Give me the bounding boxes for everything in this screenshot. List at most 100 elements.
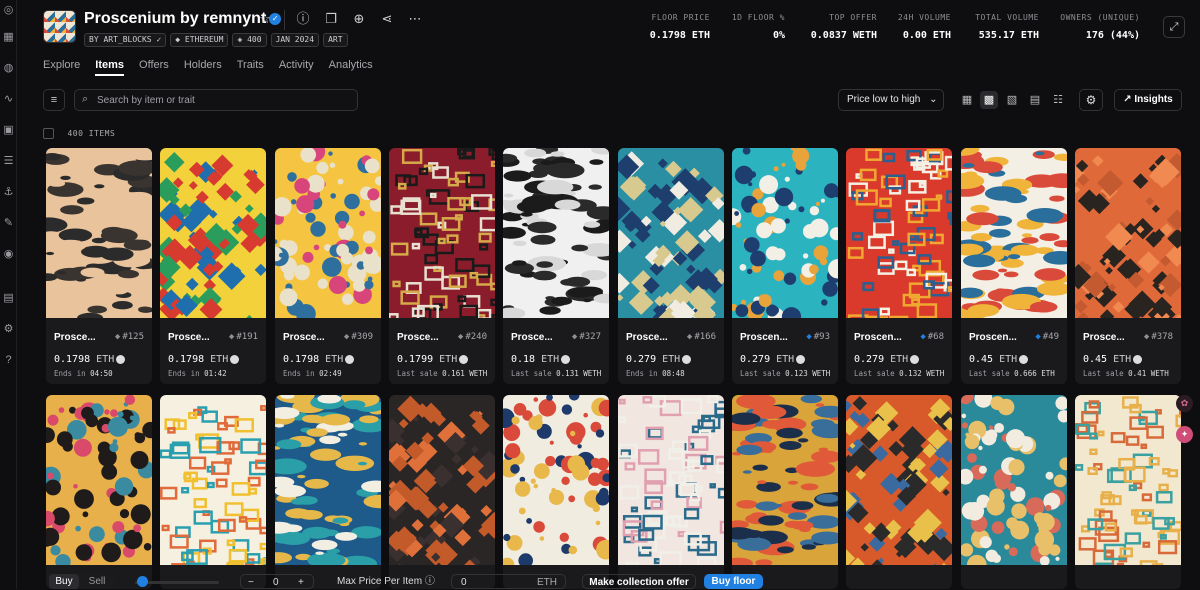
calendar-icon[interactable]: ▣ [2, 124, 15, 137]
nft-artwork[interactable] [46, 395, 152, 565]
nft-card[interactable]: Prosce...◆#1660.279 ETHEnds in 08:48 [618, 148, 724, 384]
floating-sticker-icon[interactable]: ✿ [1176, 395, 1193, 412]
tab-holders[interactable]: Holders [184, 58, 222, 76]
nft-artwork[interactable] [1075, 148, 1181, 318]
help-icon[interactable]: ? [2, 354, 15, 367]
compass-icon[interactable]: ◎ [2, 4, 15, 17]
nft-artwork[interactable] [389, 148, 495, 318]
buy-floor-button[interactable]: Buy floor [704, 574, 763, 589]
nft-card[interactable] [732, 395, 838, 589]
filter-button[interactable]: ≡ [43, 89, 65, 111]
nft-card[interactable] [961, 395, 1067, 589]
sell-toggle[interactable]: Sell [83, 574, 111, 589]
info-icon[interactable]: ⓘ [425, 576, 435, 587]
nft-artwork[interactable] [846, 395, 952, 565]
nft-card[interactable] [46, 395, 152, 589]
website-icon[interactable]: ⊕ [351, 11, 367, 27]
copy-icon[interactable]: ❐ [323, 11, 339, 27]
tab-items[interactable]: Items [95, 58, 124, 76]
nft-card[interactable]: Proscen...◆#930.279 ETHLast sale 0.123 W… [732, 148, 838, 384]
floating-chat-icon[interactable]: ✦ [1176, 426, 1193, 443]
nft-card[interactable] [389, 395, 495, 589]
stat-floor-price: FLOOR PRICE0.1798 ETH [650, 13, 710, 42]
nft-card[interactable] [846, 395, 952, 589]
nft-artwork[interactable] [846, 148, 952, 318]
dashboard-icon[interactable]: ▦ [2, 31, 15, 44]
token-icon[interactable]: ◍ [2, 62, 15, 75]
collection-title: Proscenium by remnynt✓ [84, 10, 281, 28]
decrement-button[interactable]: − [248, 575, 254, 590]
category-badge[interactable]: ART [323, 33, 347, 47]
tab-offers[interactable]: Offers [139, 58, 169, 76]
share-icon[interactable]: ⋖ [379, 11, 395, 27]
slider-handle[interactable] [137, 576, 148, 587]
nft-artwork[interactable] [389, 395, 495, 565]
nft-card[interactable]: Prosce...◆#3780.45 ETHLast sale 0.41 WET… [1075, 148, 1181, 384]
view-list-button[interactable]: ▤ [1026, 91, 1044, 109]
nft-artwork[interactable] [961, 148, 1067, 318]
view-grid-large-button[interactable]: ▦ [958, 91, 976, 109]
portfolio-icon[interactable]: ▤ [2, 292, 15, 305]
settings-icon[interactable]: ⚙ [2, 323, 15, 336]
globe-icon[interactable]: ◉ [2, 248, 15, 261]
sort-dropdown[interactable]: Price low to high ⌄ [838, 89, 944, 111]
nft-artwork[interactable] [732, 148, 838, 318]
tab-explore[interactable]: Explore [43, 58, 80, 76]
buy-toggle[interactable]: Buy [49, 574, 79, 589]
nft-artwork[interactable] [618, 395, 724, 565]
expand-button[interactable]: ⤢ [1163, 16, 1185, 38]
star-icon[interactable]: ☆ [257, 11, 273, 27]
nft-card[interactable] [1075, 395, 1181, 589]
increment-button[interactable]: + [298, 575, 304, 590]
nft-artwork[interactable] [160, 148, 266, 318]
nft-artwork[interactable] [961, 395, 1067, 565]
nft-artwork[interactable] [503, 148, 609, 318]
nft-artwork[interactable] [1075, 395, 1181, 565]
max-price-input[interactable]: 0 ETH [451, 574, 566, 589]
nft-subtext: Last sale 0.666 ETH [969, 369, 1055, 378]
sweep-slider[interactable] [135, 574, 219, 589]
anchor-icon[interactable]: ⚓ [2, 186, 15, 199]
nft-card[interactable]: Proscen...◆#680.279 ETHLast sale 0.132 W… [846, 148, 952, 384]
nft-card[interactable] [275, 395, 381, 589]
nft-artwork[interactable] [160, 395, 266, 565]
view-grid-mosaic-button[interactable]: ▧ [1003, 91, 1021, 109]
nft-card[interactable]: Prosce...◆#1250.1798 ETHEnds in 04:50 [46, 148, 152, 384]
search-input[interactable] [97, 92, 347, 108]
list-icon[interactable]: ☰ [2, 155, 15, 168]
nft-card[interactable]: Prosce...◆#3270.18 ETHLast sale 0.131 WE… [503, 148, 609, 384]
nft-card[interactable] [618, 395, 724, 589]
insights-button[interactable]: ↗ Insights [1114, 89, 1182, 111]
nft-artwork[interactable] [618, 148, 724, 318]
view-grid-medium-button[interactable]: ▩ [980, 91, 998, 109]
pen-icon[interactable]: ✎ [2, 217, 15, 230]
select-all-checkbox[interactable] [43, 128, 54, 139]
make-collection-offer-button[interactable]: Make collection offer [582, 574, 696, 589]
nft-card[interactable]: Prosce...◆#3090.1798 ETHEnds in 02:49 [275, 148, 381, 384]
supply-badge: ◈ 400 [232, 33, 266, 47]
rarity-icon: ◆ [458, 332, 463, 342]
nft-card[interactable]: Prosce...◆#1910.1798 ETHEnds in 01:42 [160, 148, 266, 384]
nft-card[interactable] [503, 395, 609, 589]
nft-artwork[interactable] [46, 148, 152, 318]
nft-card[interactable]: Proscen...◆#490.45 ETHLast sale 0.666 ET… [961, 148, 1067, 384]
tab-traits[interactable]: Traits [237, 58, 264, 76]
nft-name: Prosce... [168, 332, 210, 343]
view-table-button[interactable]: ☷ [1049, 91, 1067, 109]
nft-subtext: Last sale 0.132 WETH [854, 369, 944, 378]
nft-artwork[interactable] [275, 148, 381, 318]
nft-card[interactable] [160, 395, 266, 589]
info-icon[interactable]: ⓘ [295, 11, 311, 27]
search-box[interactable]: ⌕ [74, 89, 358, 111]
more-icon[interactable]: ⋯ [407, 11, 423, 27]
tab-activity[interactable]: Activity [279, 58, 314, 76]
nft-card[interactable]: Prosce...◆#2400.1799 ETHLast sale 0.161 … [389, 148, 495, 384]
nft-artwork[interactable] [275, 395, 381, 565]
creator-badge[interactable]: BY ART_BLOCKS ✓ [84, 33, 166, 47]
nft-artwork[interactable] [503, 395, 609, 565]
nft-artwork[interactable] [732, 395, 838, 565]
tab-analytics[interactable]: Analytics [329, 58, 373, 76]
route-icon[interactable]: ∿ [2, 93, 15, 106]
quantity-value[interactable]: 0 [273, 575, 279, 590]
display-settings-button[interactable]: ⚙ [1079, 89, 1103, 111]
